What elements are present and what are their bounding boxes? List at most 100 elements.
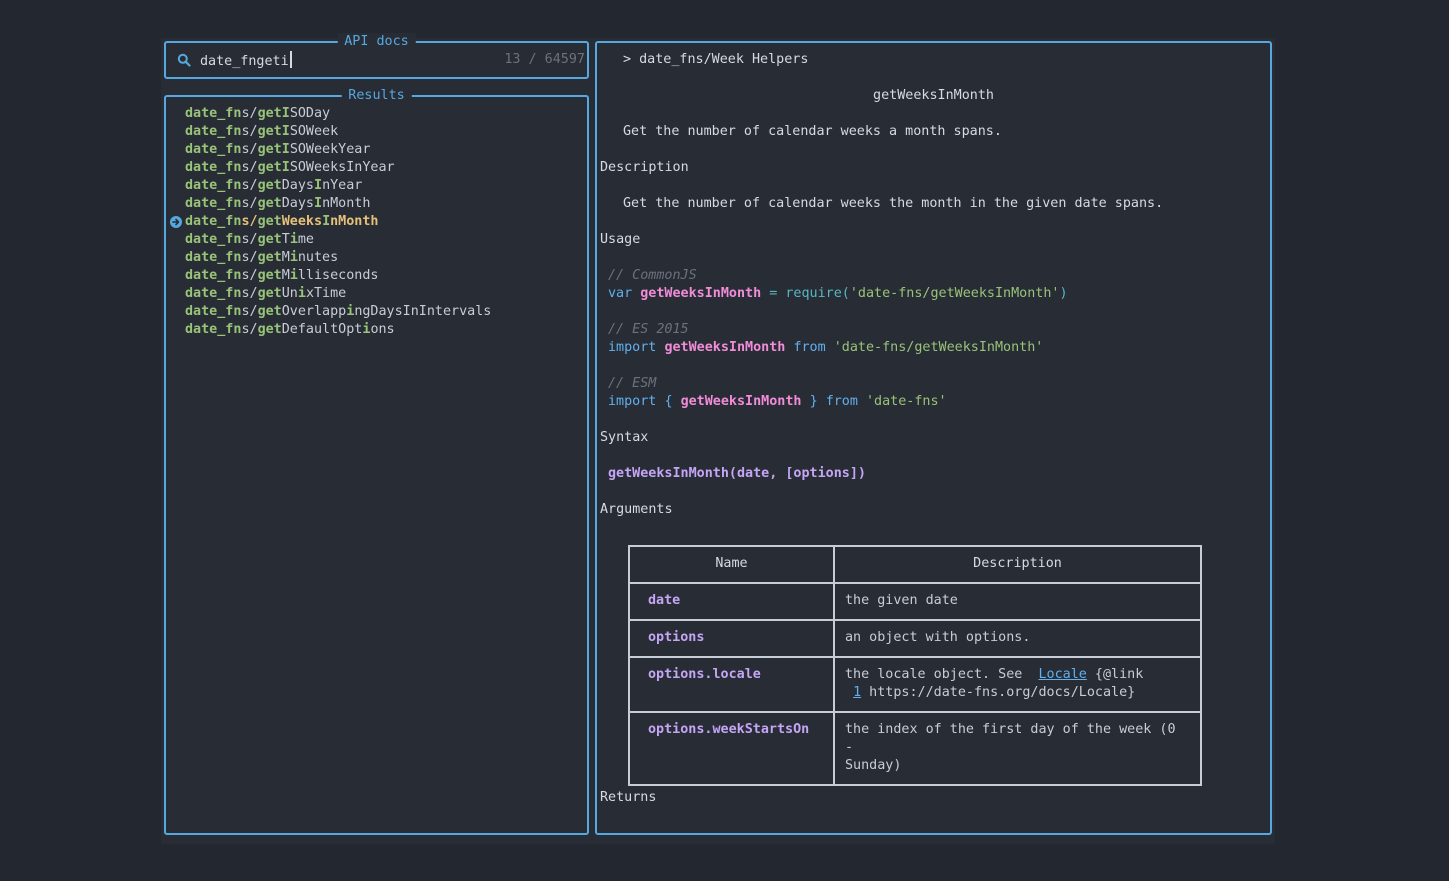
result-item[interactable]: date_fns/getUnixTime bbox=[166, 285, 587, 303]
match-segment: get bbox=[257, 286, 282, 301]
column-header-name: Name bbox=[628, 545, 835, 584]
result-item[interactable]: date_fns/getOverlappingDaysInIntervals bbox=[166, 303, 587, 321]
text-segment: nutes bbox=[297, 250, 339, 265]
arg-description-text: the locale object. See bbox=[845, 667, 1039, 682]
arg-description: the given date bbox=[833, 582, 1202, 621]
syntax-heading: Syntax bbox=[600, 430, 649, 445]
code-line-es: import getWeeksInMonth from 'date-fns/ge… bbox=[608, 339, 1043, 357]
result-item[interactable]: date_fns/getDefaultOptions bbox=[166, 321, 587, 339]
description-heading: Description bbox=[600, 160, 689, 175]
code-require: require( bbox=[785, 286, 850, 301]
result-item[interactable]: date_fns/getMinutes bbox=[166, 249, 587, 267]
match-segment: date_fn bbox=[185, 106, 242, 121]
code-keyword: import bbox=[608, 340, 657, 355]
search-input[interactable]: date_fngeti bbox=[200, 51, 292, 71]
results-panel-title: Results bbox=[341, 87, 412, 105]
arg-description: an object with options. bbox=[833, 619, 1202, 658]
code-comment-commonjs: // CommonJS bbox=[608, 268, 697, 283]
text-segment: xTime bbox=[305, 286, 347, 301]
match-segment: get bbox=[257, 250, 282, 265]
syntax-signature: getWeeksInMonth(date, [options]) bbox=[608, 466, 866, 481]
text-segment: s/ bbox=[241, 106, 258, 121]
result-item[interactable]: date_fns/getISOWeekYear bbox=[166, 141, 587, 159]
arg-name: date bbox=[628, 582, 835, 621]
code-comment-esm: // ESM bbox=[608, 376, 657, 391]
selection-arrow-icon bbox=[170, 216, 182, 228]
usage-heading: Usage bbox=[600, 232, 641, 247]
code-function-name: getWeeksInMonth bbox=[640, 286, 762, 301]
text-segment: s/ bbox=[241, 124, 258, 139]
footnote-link[interactable]: 1 bbox=[853, 685, 861, 700]
match-segment: I bbox=[314, 196, 323, 211]
search-query: date_fngeti bbox=[200, 54, 289, 69]
code-brace: } bbox=[809, 394, 818, 409]
arg-name: options.weekStartsOn bbox=[628, 711, 835, 786]
result-item[interactable]: date_fns/getTime bbox=[166, 231, 587, 249]
arg-description-line: Sunday) bbox=[845, 758, 902, 773]
text-segment: Weeks bbox=[281, 214, 323, 229]
text-segment: nMonth bbox=[330, 214, 379, 229]
arg-description: the index of the first day of the week (… bbox=[833, 711, 1202, 786]
match-segment: get bbox=[257, 304, 282, 319]
match-segment: I bbox=[322, 214, 331, 229]
table-row: date the given date bbox=[628, 582, 1202, 621]
results-list: date_fns/getISODay date_fns/getISOWeek dat… bbox=[166, 105, 587, 339]
match-segment: date_fn bbox=[185, 196, 242, 211]
arguments-table: Name Description date the given date opt… bbox=[628, 545, 1202, 786]
match-segment: i bbox=[289, 268, 298, 283]
text-segment: s/ bbox=[241, 250, 258, 265]
match-segment: date_fn bbox=[185, 142, 242, 157]
text-segment: Days bbox=[281, 178, 314, 193]
text-segment: M bbox=[281, 268, 290, 283]
match-segment: get bbox=[257, 232, 282, 247]
result-item[interactable]: date_fns/getISOWeek bbox=[166, 123, 587, 141]
match-segment: I bbox=[281, 106, 290, 121]
result-item[interactable]: date_fns/getWeeksInMonth bbox=[166, 213, 587, 231]
code-comment-es: // ES 2015 bbox=[608, 322, 689, 337]
text-segment: SOWeek bbox=[289, 124, 339, 139]
text-segment: nYear bbox=[322, 178, 363, 193]
match-segment: date_fn bbox=[185, 268, 242, 283]
doc-summary: Get the number of calendar weeks a month… bbox=[623, 124, 1002, 139]
match-segment: get bbox=[257, 268, 282, 283]
text-segment: s/ bbox=[241, 286, 258, 301]
search-panel: API docs date_fngeti 13 / 64597 bbox=[164, 33, 589, 79]
match-segment: date_fn bbox=[185, 286, 242, 301]
code-string: 'date-fns/getWeeksInMonth' bbox=[833, 340, 1044, 355]
arguments-heading: Arguments bbox=[600, 502, 673, 517]
table-row: options an object with options. bbox=[628, 619, 1202, 658]
text-segment: ngDaysInIntervals bbox=[354, 304, 492, 319]
match-segment: date_fn bbox=[185, 250, 242, 265]
table-header-row: Name Description bbox=[628, 545, 1202, 584]
text-cursor bbox=[289, 51, 292, 68]
text-segment: s/ bbox=[241, 322, 258, 337]
match-segment: get bbox=[257, 178, 282, 193]
match-segment: I bbox=[314, 178, 323, 193]
result-item[interactable]: date_fns/getISOWeeksInYear bbox=[166, 159, 587, 177]
arg-description-text: {@link bbox=[1086, 667, 1144, 682]
result-item[interactable]: date_fns/getISODay bbox=[166, 105, 587, 123]
locale-link[interactable]: Locale bbox=[1038, 667, 1086, 682]
text-segment: s/ bbox=[241, 196, 258, 211]
match-segment: date_fn bbox=[185, 160, 242, 175]
code-keyword: from bbox=[793, 340, 826, 355]
table-row: options.locale the locale object. See Lo… bbox=[628, 656, 1202, 713]
text-segment: lliseconds bbox=[297, 268, 379, 283]
text-segment: s/ bbox=[241, 268, 258, 283]
results-panel: Results date_fns/getISODay date_fns/getIS… bbox=[164, 87, 589, 835]
code-keyword: import bbox=[608, 394, 657, 409]
result-item[interactable]: date_fns/getDaysInMonth bbox=[166, 195, 587, 213]
match-segment: get bbox=[257, 196, 282, 211]
result-item[interactable]: date_fns/getMilliseconds bbox=[166, 267, 587, 285]
match-segment: date_fn bbox=[185, 232, 242, 247]
column-header-description: Description bbox=[833, 545, 1202, 584]
code-keyword: var bbox=[608, 286, 633, 301]
text-segment: nMonth bbox=[322, 196, 371, 211]
text-segment: s/ bbox=[241, 160, 258, 175]
text-segment: s/ bbox=[241, 304, 258, 319]
code-operator: = bbox=[769, 286, 778, 301]
match-segment: i bbox=[289, 250, 298, 265]
match-segment: i bbox=[297, 286, 306, 301]
result-item[interactable]: date_fns/getDaysInYear bbox=[166, 177, 587, 195]
doc-title: getWeeksInMonth bbox=[873, 88, 994, 103]
